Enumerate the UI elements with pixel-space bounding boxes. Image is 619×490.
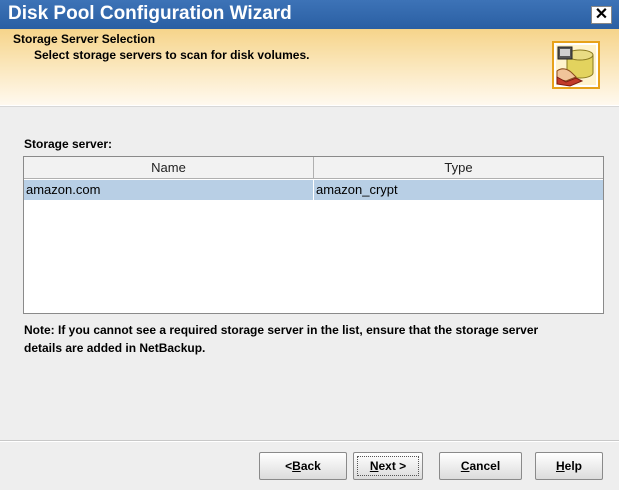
- table-row[interactable]: amazon.com amazon_crypt: [24, 180, 603, 200]
- help-label-suffix: elp: [564, 459, 582, 473]
- banner-divider: [0, 105, 619, 107]
- help-button[interactable]: Help: [535, 452, 603, 480]
- back-label-suffix: ack: [300, 459, 321, 473]
- cell-type: amazon_crypt: [316, 182, 398, 197]
- note-text: Note: If you cannot see a required stora…: [24, 323, 539, 355]
- step-description: Select storage servers to scan for disk …: [34, 48, 310, 62]
- disk-storage-icon: [552, 41, 600, 89]
- column-header-type[interactable]: Type: [314, 157, 603, 178]
- window-title: Disk Pool Configuration Wizard: [8, 3, 292, 24]
- next-label-suffix: ext >: [378, 459, 407, 473]
- title-bar[interactable]: Disk Pool Configuration Wizard ✕: [0, 0, 619, 29]
- next-button[interactable]: Next >: [353, 452, 423, 480]
- close-button[interactable]: ✕: [591, 6, 612, 24]
- step-title: Storage Server Selection: [13, 32, 156, 46]
- help-label-mnemonic: H: [555, 459, 565, 473]
- back-label-mnemonic: B: [292, 459, 301, 473]
- cancel-label-mnemonic: C: [460, 459, 470, 473]
- close-icon: ✕: [594, 6, 609, 23]
- next-label-mnemonic: N: [369, 459, 379, 473]
- cancel-label-suffix: ancel: [469, 459, 501, 473]
- storage-server-table[interactable]: Name Type amazon.com amazon_crypt: [23, 156, 604, 314]
- back-button[interactable]: < Back: [259, 452, 347, 480]
- header-banner: Storage Server Selection Select storage …: [0, 29, 619, 105]
- wizard-dialog: Disk Pool Configuration Wizard ✕ Storage…: [0, 0, 619, 490]
- column-header-name[interactable]: Name: [24, 157, 314, 178]
- cancel-button[interactable]: Cancel: [439, 452, 522, 480]
- table-header: Name Type: [24, 157, 603, 179]
- back-label-prefix: <: [285, 459, 293, 473]
- storage-server-label: Storage server:: [24, 137, 113, 151]
- footer-divider: [0, 440, 619, 442]
- cell-name: amazon.com: [24, 180, 314, 200]
